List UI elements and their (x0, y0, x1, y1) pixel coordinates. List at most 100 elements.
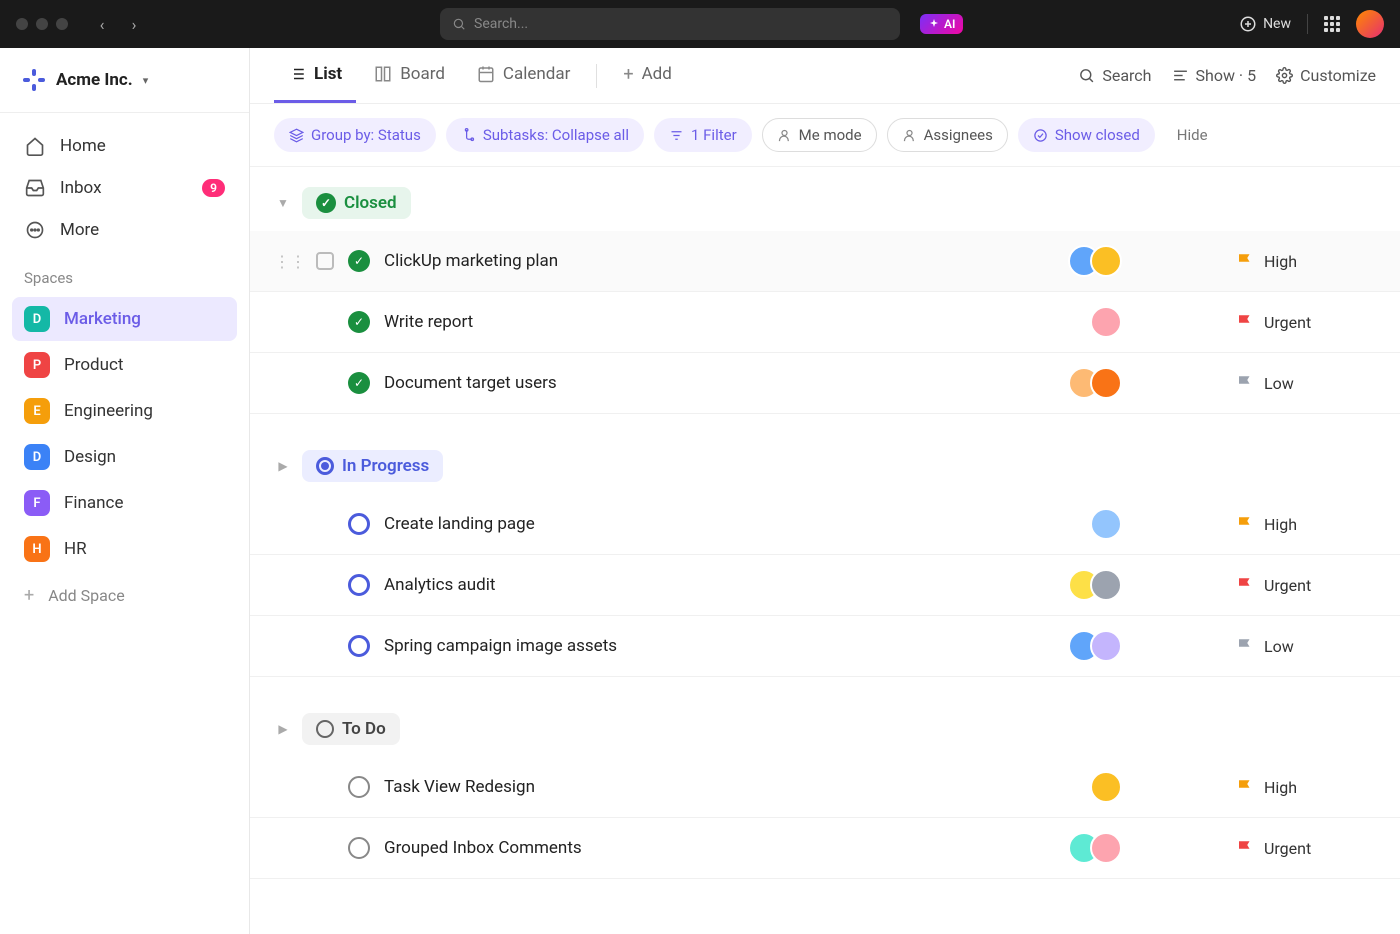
priority-cell[interactable]: Low (1236, 637, 1376, 656)
group-label-progress[interactable]: In Progress (302, 450, 443, 482)
assignees (1090, 771, 1122, 803)
status-closed-icon[interactable]: ✓ (348, 311, 370, 333)
show-closed-chip[interactable]: Show closed (1018, 118, 1155, 152)
group-by-chip[interactable]: Group by: Status (274, 118, 436, 152)
space-label: HR (64, 539, 87, 559)
task-row[interactable]: ⋮⋮ Grouped Inbox Comments Urgent (250, 818, 1400, 879)
assignee-avatar[interactable] (1090, 306, 1122, 338)
show-columns-button[interactable]: Show · 5 (1172, 66, 1257, 85)
status-progress-icon[interactable] (348, 574, 370, 596)
hide-button[interactable]: Hide (1177, 126, 1208, 144)
space-item-engineering[interactable]: EEngineering (12, 389, 237, 433)
priority-cell[interactable]: Low (1236, 374, 1376, 393)
task-row[interactable]: ⋮⋮ Analytics audit Urgent (250, 555, 1400, 616)
drag-handle-icon[interactable]: ⋮⋮ (274, 252, 306, 271)
chevron-down-icon: ▾ (143, 74, 149, 87)
group-label-todo[interactable]: To Do (302, 713, 400, 745)
search-tasks-button[interactable]: Search (1078, 66, 1151, 85)
add-view-button[interactable]: + Add (609, 48, 685, 104)
assignee-avatar[interactable] (1090, 771, 1122, 803)
flag-icon (1236, 313, 1254, 331)
assignee-avatar[interactable] (1090, 245, 1122, 277)
tab-calendar[interactable]: Calendar (463, 48, 584, 103)
assignee-avatar[interactable] (1090, 630, 1122, 662)
nav-forward-button[interactable]: › (120, 10, 148, 38)
flag-icon (1236, 374, 1254, 392)
space-icon: P (24, 352, 50, 378)
collapse-toggle[interactable]: ▶ (274, 459, 292, 473)
apps-grid-button[interactable] (1324, 16, 1340, 32)
space-label: Engineering (64, 401, 153, 421)
task-title: ClickUp marketing plan (384, 251, 1054, 271)
priority-cell[interactable]: High (1236, 778, 1376, 797)
status-progress-icon[interactable] (348, 513, 370, 535)
task-title: Document target users (384, 373, 1054, 393)
priority-cell[interactable]: Urgent (1236, 839, 1376, 858)
person-icon (777, 128, 792, 143)
task-row[interactable]: ⋮⋮ ✓ Document target users Low (250, 353, 1400, 414)
new-button[interactable]: New (1239, 15, 1291, 33)
customize-button[interactable]: Customize (1276, 66, 1376, 85)
filter-bar: Group by: Status Subtasks: Collapse all … (250, 104, 1400, 167)
nav-inbox[interactable]: Inbox 9 (12, 167, 237, 209)
task-row[interactable]: ⋮⋮ ✓ ClickUp marketing plan High (250, 231, 1400, 292)
subtask-icon (461, 128, 476, 143)
status-todo-icon[interactable] (348, 837, 370, 859)
space-item-product[interactable]: PProduct (12, 343, 237, 387)
space-icon: F (24, 490, 50, 516)
task-row[interactable]: ⋮⋮ ✓ Write report Urgent (250, 292, 1400, 353)
collapse-toggle[interactable]: ▶ (274, 722, 292, 736)
nav-home[interactable]: Home (12, 125, 237, 167)
flag-icon (1236, 839, 1254, 857)
board-icon (374, 65, 392, 83)
task-row[interactable]: ⋮⋮ Spring campaign image assets Low (250, 616, 1400, 677)
workspace-switcher[interactable]: Acme Inc. ▾ (0, 48, 249, 113)
assignees-chip[interactable]: Assignees (887, 118, 1008, 152)
window-controls (16, 18, 68, 30)
user-avatar-button[interactable] (1356, 10, 1384, 38)
workspace-name: Acme Inc. (56, 70, 133, 90)
status-todo-icon[interactable] (348, 776, 370, 798)
tab-list[interactable]: List (274, 48, 356, 103)
nav-more[interactable]: More (12, 209, 237, 251)
nav-back-button[interactable]: ‹ (88, 10, 116, 38)
circle-icon (316, 720, 334, 738)
assignee-avatar[interactable] (1090, 832, 1122, 864)
task-title: Analytics audit (384, 575, 1054, 595)
task-row[interactable]: ⋮⋮ Task View Redesign High (250, 757, 1400, 818)
status-closed-icon[interactable]: ✓ (348, 372, 370, 394)
me-mode-chip[interactable]: Me mode (762, 118, 877, 152)
subtasks-chip[interactable]: Subtasks: Collapse all (446, 118, 644, 152)
flag-icon (1236, 637, 1254, 655)
group-label-closed[interactable]: ✓Closed (302, 187, 411, 219)
status-progress-icon[interactable] (348, 635, 370, 657)
assignee-avatar[interactable] (1090, 569, 1122, 601)
global-search-input[interactable]: Search... (440, 8, 900, 40)
space-icon: H (24, 536, 50, 562)
collapse-toggle[interactable]: ▼ (274, 196, 292, 210)
tab-board[interactable]: Board (360, 48, 459, 103)
task-checkbox[interactable] (316, 252, 334, 270)
filter-icon (669, 128, 684, 143)
space-item-finance[interactable]: FFinance (12, 481, 237, 525)
person-icon (902, 128, 917, 143)
task-row[interactable]: ⋮⋮ Create landing page High (250, 494, 1400, 555)
workspace-logo-icon (22, 68, 46, 92)
assignee-avatar[interactable] (1090, 508, 1122, 540)
status-closed-icon[interactable]: ✓ (348, 250, 370, 272)
space-item-marketing[interactable]: DMarketing (12, 297, 237, 341)
sidebar: Acme Inc. ▾ Home Inbox 9 More Spaces DMa… (0, 48, 250, 934)
assignees (1090, 306, 1122, 338)
space-item-design[interactable]: DDesign (12, 435, 237, 479)
priority-cell[interactable]: Urgent (1236, 576, 1376, 595)
filter-chip[interactable]: 1 Filter (654, 118, 752, 152)
priority-cell[interactable]: High (1236, 252, 1376, 271)
priority-cell[interactable]: High (1236, 515, 1376, 534)
add-space-button[interactable]: + Add Space (0, 573, 249, 618)
assignee-avatar[interactable] (1090, 367, 1122, 399)
inbox-count-badge: 9 (202, 179, 225, 197)
priority-cell[interactable]: Urgent (1236, 313, 1376, 332)
ai-button[interactable]: AI (920, 14, 963, 34)
space-item-hr[interactable]: H HR (12, 527, 237, 571)
spaces-heading: Spaces (0, 251, 249, 295)
